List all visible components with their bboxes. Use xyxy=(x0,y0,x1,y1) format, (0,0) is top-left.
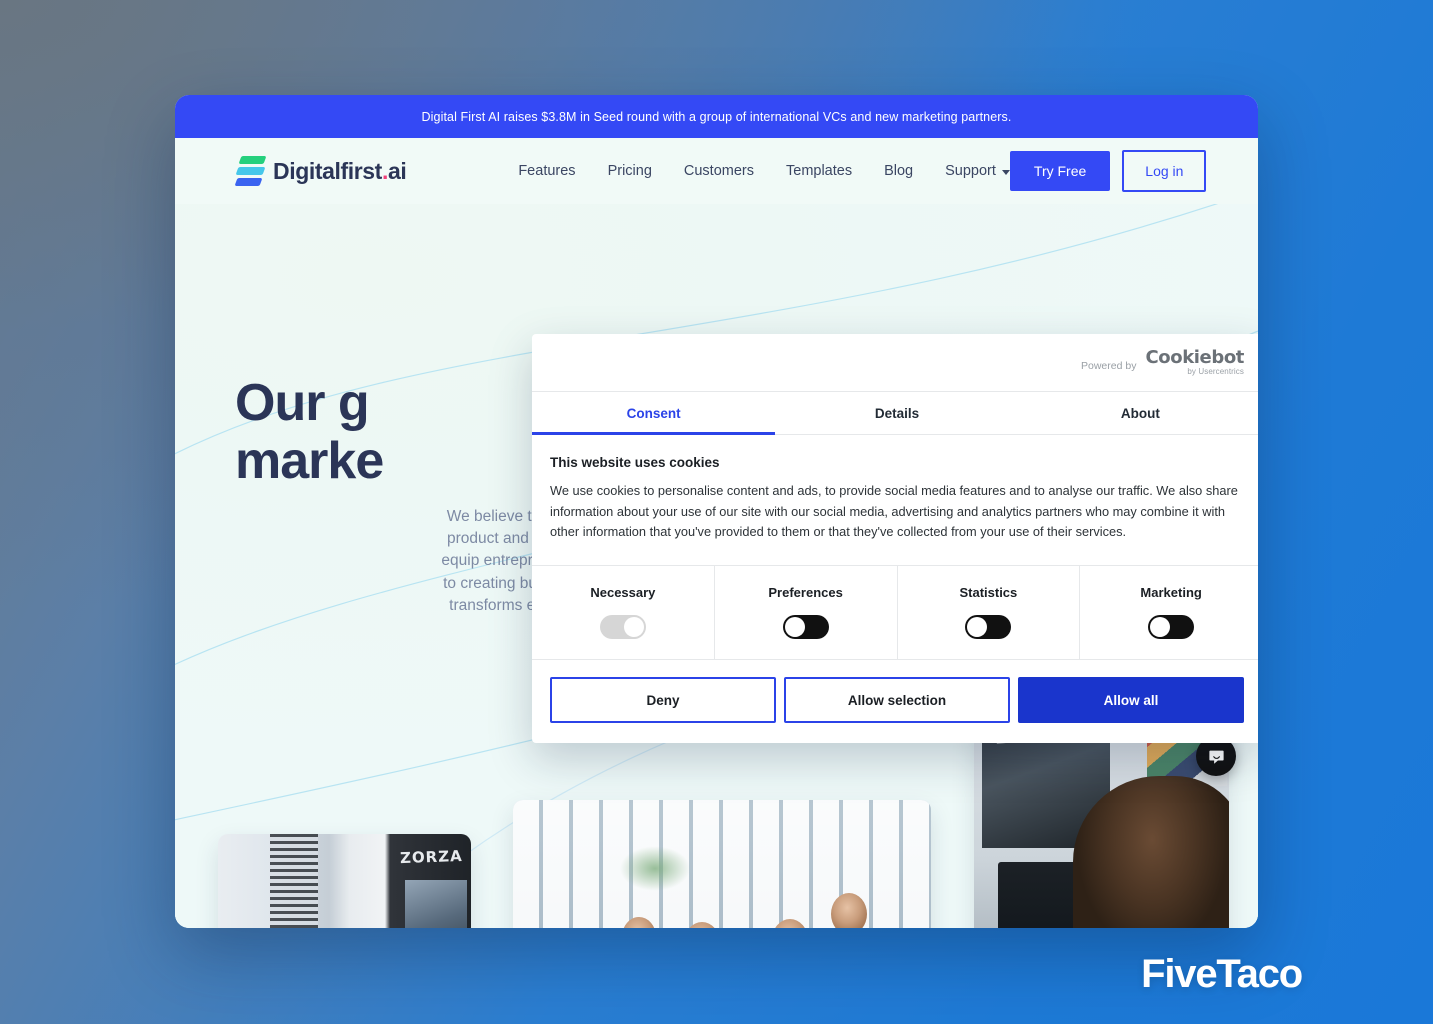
announcement-text: Digital First AI raises $3.8M in Seed ro… xyxy=(421,109,1012,124)
office-photo-left: ZORZA xyxy=(218,834,471,928)
tab-about[interactable]: About xyxy=(1019,392,1258,434)
tab-consent[interactable]: Consent xyxy=(532,392,776,435)
powered-by-label: Powered by xyxy=(1081,360,1137,372)
chevron-down-icon xyxy=(1001,169,1010,175)
try-free-button[interactable]: Try Free xyxy=(1009,151,1111,191)
chat-bubble-icon xyxy=(1208,750,1224,764)
cookiebot-brand: Cookiebot by Usercentrics xyxy=(1145,349,1244,376)
cookie-dialog-tabs: Consent Details About xyxy=(532,391,1258,435)
deny-button[interactable]: Deny xyxy=(550,677,776,724)
nav-item-customers[interactable]: Customers xyxy=(684,163,754,179)
office-photo-center xyxy=(513,800,931,928)
toggle-preferences[interactable] xyxy=(782,615,829,640)
powered-by-cookiebot[interactable]: Powered by Cookiebot by Usercentrics xyxy=(1081,349,1244,376)
digitalfirst-logo-icon xyxy=(234,155,267,187)
main-navigation: Features Pricing Customers Templates Blo… xyxy=(518,163,1010,179)
nav-item-features[interactable]: Features xyxy=(518,163,575,179)
tab-details[interactable]: Details xyxy=(775,392,1018,434)
website-preview-card: Digital First AI raises $3.8M in Seed ro… xyxy=(175,95,1258,928)
cookie-consent-dialog: Powered by Cookiebot by Usercentrics Con… xyxy=(532,334,1258,744)
cookie-dialog-actions: Deny Allow selection Allow all xyxy=(532,660,1258,743)
header-actions: Try Free Log in xyxy=(1009,150,1207,192)
cookiebot-brand-subtitle: by Usercentrics xyxy=(1187,367,1244,376)
hero-title-line-2: marke xyxy=(235,432,384,491)
site-header: Digitalfirst.ai Features Pricing Custome… xyxy=(175,138,1258,204)
hero-title-line-1: Our g xyxy=(235,373,370,432)
allow-all-button[interactable]: Allow all xyxy=(1018,677,1244,724)
toggle-marketing[interactable] xyxy=(1148,615,1195,640)
cookie-category-preferences[interactable]: Preferences xyxy=(715,566,898,660)
allow-selection-button[interactable]: Allow selection xyxy=(784,677,1010,724)
nav-item-templates[interactable]: Templates xyxy=(786,163,852,179)
nav-item-pricing[interactable]: Pricing xyxy=(608,163,652,179)
nav-item-blog[interactable]: Blog xyxy=(884,163,913,179)
cookie-category-preferences-label: Preferences xyxy=(768,585,843,601)
cookie-category-statistics[interactable]: Statistics xyxy=(898,566,1081,660)
logo-text-suffix: ai xyxy=(387,157,407,184)
office-photo-right: ZORZA xyxy=(974,716,1229,928)
announcement-banner[interactable]: Digital First AI raises $3.8M in Seed ro… xyxy=(175,95,1258,138)
cookie-category-row: Necessary Preferences Statistics Marketi… xyxy=(532,566,1258,661)
site-logo[interactable]: Digitalfirst.ai xyxy=(234,155,407,187)
toggle-statistics[interactable] xyxy=(965,615,1012,640)
cookie-category-necessary-label: Necessary xyxy=(590,585,656,601)
cookie-category-marketing[interactable]: Marketing xyxy=(1080,566,1258,659)
cookie-dialog-heading: This website uses cookies xyxy=(550,455,720,470)
cookie-dialog-description: We use cookies to personalise content an… xyxy=(550,483,1238,540)
cookie-category-statistics-label: Statistics xyxy=(959,585,1018,601)
fivetaco-watermark: FiveTaco xyxy=(1141,952,1303,996)
login-button[interactable]: Log in xyxy=(1122,150,1207,192)
logo-text-main: Digitalfirst xyxy=(273,157,382,184)
cookiebot-brand-name: Cookiebot xyxy=(1145,347,1244,368)
cookie-dialog-body: This website uses cookies We use cookies… xyxy=(532,435,1258,567)
logo-wordmark: Digitalfirst.ai xyxy=(273,157,407,185)
nav-item-support[interactable]: Support xyxy=(945,163,1010,179)
zorza-banner-text-left: ZORZA xyxy=(400,846,464,868)
cookiebot-logo-bar: Powered by Cookiebot by Usercentrics xyxy=(532,334,1258,391)
nav-item-support-label: Support xyxy=(945,163,996,179)
screenshot-canvas: Digital First AI raises $3.8M in Seed ro… xyxy=(0,0,1433,1024)
toggle-necessary xyxy=(599,615,646,640)
cookie-category-marketing-label: Marketing xyxy=(1140,585,1202,601)
cookie-category-necessary: Necessary xyxy=(532,566,715,660)
